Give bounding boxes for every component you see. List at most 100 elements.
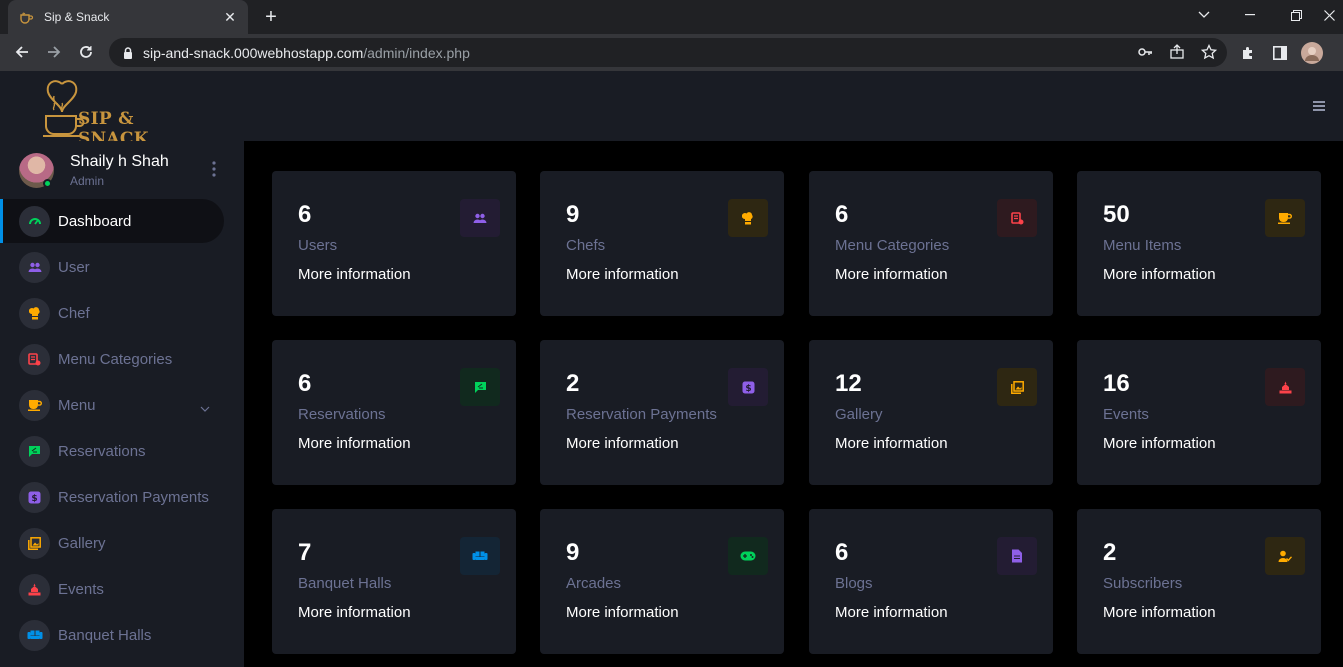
sidebar-item-label: Dashboard: [58, 212, 132, 230]
logo[interactable]: SIP & SNACK: [40, 76, 190, 149]
card-count: 16: [1103, 370, 1130, 397]
stat-card-gallery: 12 Gallery More information: [809, 340, 1053, 485]
message-icon: [19, 435, 50, 467]
more-information-link[interactable]: More information: [1103, 604, 1216, 621]
more-information-link[interactable]: More information: [835, 435, 948, 452]
svg-text:$: $: [31, 494, 37, 504]
card-label: Gallery: [835, 406, 883, 423]
more-information-link[interactable]: More information: [1103, 266, 1216, 283]
card-count: 6: [835, 201, 849, 228]
speedometer-icon: [19, 205, 50, 237]
sidebar-item-label: Chef: [58, 304, 90, 322]
new-tab-button[interactable]: +: [258, 4, 284, 30]
sidebar-item-reservation-payments[interactable]: $ Reservation Payments: [0, 475, 224, 519]
sidebar-item-label: Events: [58, 580, 104, 598]
card-count: 12: [835, 370, 862, 397]
gallery-icon: [19, 527, 50, 559]
more-information-link[interactable]: More information: [566, 435, 679, 452]
card-label: Users: [298, 237, 338, 254]
more-information-link[interactable]: More information: [835, 604, 948, 621]
key-icon[interactable]: [1137, 44, 1153, 60]
more-information-link[interactable]: More information: [298, 604, 411, 621]
profile-role: Admin: [70, 174, 105, 188]
message-icon: [460, 368, 500, 406]
restore-icon[interactable]: [1273, 0, 1319, 30]
users-icon: [460, 199, 500, 237]
document-icon: [997, 537, 1037, 575]
more-information-link[interactable]: More information: [298, 266, 411, 283]
tab-title: Sip & Snack: [44, 10, 110, 24]
sidebar-item-label: Reservation Payments: [58, 488, 209, 506]
sofa-icon: [19, 619, 50, 651]
card-label: Reservations: [298, 406, 386, 423]
more-information-link[interactable]: More information: [835, 266, 948, 283]
sidebar-item-menu-categories[interactable]: Menu Categories: [0, 337, 224, 381]
online-status-dot: [43, 179, 52, 188]
card-count: 7: [298, 539, 312, 566]
subscriber-icon: [1265, 537, 1305, 575]
url-path: /admin/index.php: [363, 44, 470, 61]
more-information-link[interactable]: More information: [1103, 435, 1216, 452]
stat-card-blogs: 6 Blogs More information: [809, 509, 1053, 654]
cup-favicon-icon: [18, 9, 34, 25]
card-label: Menu Categories: [835, 237, 950, 254]
sidebar-item-gallery[interactable]: Gallery: [0, 521, 224, 565]
back-arrow-icon[interactable]: [9, 39, 35, 65]
sidebar-item-chef[interactable]: Chef: [0, 291, 224, 335]
browser-tab-bar: Sip & Snack ✕ +: [0, 0, 1343, 34]
hamburger-menu-icon[interactable]: [1313, 98, 1325, 111]
sidebar-item-events[interactable]: Events: [0, 567, 224, 611]
tab-close-icon[interactable]: ✕: [222, 9, 238, 26]
sidebar-item-dashboard[interactable]: Dashboard: [0, 199, 224, 243]
sidebar-item-label: User: [58, 258, 90, 276]
stat-card-subscribers: 2 Subscribers More information: [1077, 509, 1321, 654]
card-label: Blogs: [835, 575, 873, 592]
minimize-icon[interactable]: [1227, 0, 1273, 30]
url-host: sip-and-snack.000webhostapp.com: [143, 44, 364, 61]
sofa-icon: [460, 537, 500, 575]
stat-card-arcades: 9 Arcades More information: [540, 509, 784, 654]
more-information-link[interactable]: More information: [566, 604, 679, 621]
sidebar-item-reservations[interactable]: Reservations: [0, 429, 224, 473]
share-icon[interactable]: [1169, 44, 1185, 60]
sidebar-item-menu[interactable]: Menu: [0, 383, 224, 427]
side-panel-icon[interactable]: [1268, 41, 1292, 65]
extensions-puzzle-icon[interactable]: [1236, 41, 1260, 65]
dollar-icon: $: [728, 368, 768, 406]
more-information-link[interactable]: More information: [566, 266, 679, 283]
sidebar-item-label: Reservations: [58, 442, 146, 460]
profile-name: Shaily h Shah: [70, 153, 169, 170]
gallery-icon: [997, 368, 1037, 406]
menu-list-icon: [19, 343, 50, 375]
dashboard-content: 6 Users More information 9 Chefs More in…: [244, 141, 1343, 667]
sidebar-item-user[interactable]: User: [0, 245, 224, 289]
stat-card-users: 6 Users More information: [272, 171, 516, 316]
stat-card-reservations: 6 Reservations More information: [272, 340, 516, 485]
card-count: 2: [1103, 539, 1117, 566]
sidebar: Shaily h Shah Admin Dashboard User Chef Men…: [0, 141, 244, 667]
stat-card-banquet-halls: 7 Banquet Halls More information: [272, 509, 516, 654]
stat-card-reservation-payments: 2 Reservation Payments More information …: [540, 340, 784, 485]
stat-card-menu-categories: 6 Menu Categories More information: [809, 171, 1053, 316]
chevron-down-icon: [200, 399, 210, 412]
address-bar[interactable]: sip-and-snack.000webhostapp.com/admin/in…: [109, 38, 1227, 67]
sidebar-item-label: Gallery: [58, 534, 106, 552]
tab-search-icon[interactable]: [1181, 0, 1227, 30]
reload-icon[interactable]: [73, 39, 99, 65]
more-information-link[interactable]: More information: [298, 435, 411, 452]
card-label: Reservation Payments: [566, 406, 717, 423]
card-label: Banquet Halls: [298, 575, 392, 592]
profile-avatar-icon[interactable]: [1300, 41, 1324, 65]
stat-card-chefs: 9 Chefs More information: [540, 171, 784, 316]
browser-tab[interactable]: Sip & Snack ✕: [8, 0, 248, 34]
more-vertical-icon[interactable]: [212, 161, 216, 177]
sidebar-item-label: Menu Categories: [58, 350, 173, 368]
close-window-icon[interactable]: [1316, 0, 1343, 30]
user-profile: Shaily h Shah Admin: [19, 153, 239, 193]
card-label: Chefs: [566, 237, 606, 254]
cup-icon: [19, 389, 50, 421]
bookmark-star-icon[interactable]: [1200, 43, 1218, 60]
sidebar-item-banquet-halls[interactable]: Banquet Halls: [0, 613, 224, 657]
forward-arrow-icon[interactable]: [41, 39, 67, 65]
card-label: Arcades: [566, 575, 622, 592]
